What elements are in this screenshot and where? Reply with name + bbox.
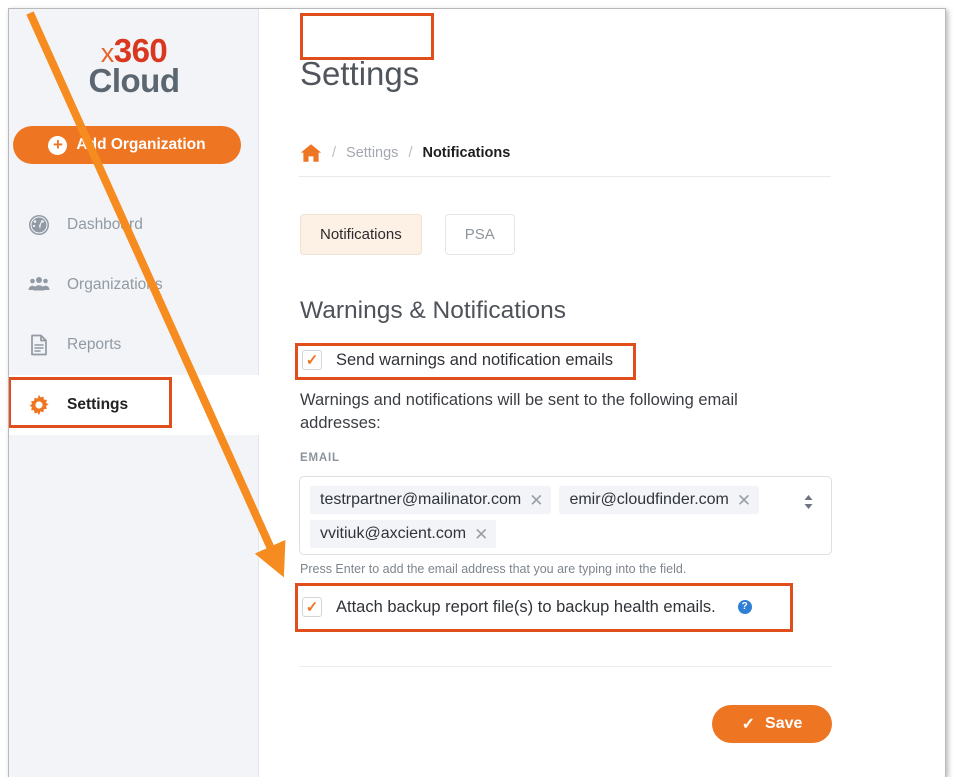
attach-report-checkbox[interactable]: ✓: [302, 597, 322, 617]
tab-psa[interactable]: PSA: [444, 214, 515, 255]
send-warnings-checkbox[interactable]: ✓: [302, 350, 322, 370]
sidebar-item-reports[interactable]: Reports: [9, 315, 259, 375]
save-button-label: Save: [765, 715, 803, 732]
email-input[interactable]: testrpartner@mailinator.com ✕ emir@cloud…: [299, 476, 832, 555]
breadcrumb-separator-1: /: [332, 145, 337, 161]
sidebar-item-organizations-label: Organizations: [67, 276, 163, 293]
breadcrumb-divider: [299, 176, 831, 177]
send-warnings-checkbox-row[interactable]: ✓ Send warnings and notification emails: [302, 350, 613, 370]
help-circle-icon[interactable]: ?: [737, 600, 752, 614]
add-organization-button[interactable]: + Add Organization: [13, 126, 241, 164]
email-tag-label: vvitiuk@axcient.com: [320, 525, 467, 542]
sidebar-item-settings[interactable]: Settings: [9, 375, 259, 435]
breadcrumb-item-notifications: Notifications: [422, 145, 511, 161]
email-tag-label: testrpartner@mailinator.com: [320, 491, 522, 508]
settings-tabs: Notifications PSA: [300, 214, 515, 255]
sidebar-item-dashboard[interactable]: Dashboard: [9, 195, 259, 255]
check-icon: ✓: [741, 716, 756, 733]
attach-report-checkbox-row[interactable]: ✓ Attach backup report file(s) to backup…: [302, 597, 752, 617]
section-title: Warnings & Notifications: [300, 297, 566, 324]
remove-email-icon[interactable]: ✕: [737, 492, 751, 509]
email-tag[interactable]: vvitiuk@axcient.com ✕: [310, 520, 497, 548]
annotation-highlight-notifications-tab: [300, 13, 434, 60]
gear-icon: [27, 393, 51, 417]
remove-email-icon[interactable]: ✕: [529, 492, 543, 509]
tab-notifications-label: Notifications: [320, 226, 402, 243]
breadcrumb-separator-2: /: [408, 145, 413, 161]
email-field-label: EMAIL: [300, 452, 340, 464]
send-warnings-checkbox-label: Send warnings and notification emails: [336, 350, 613, 369]
people-group-icon: [27, 273, 51, 297]
sidebar: x360 Cloud + Add Organization Dashboard …: [9, 9, 259, 777]
screenshot-root: x360 Cloud + Add Organization Dashboard …: [0, 0, 960, 777]
breadcrumb-item-settings[interactable]: Settings: [346, 145, 398, 161]
browser-window: x360 Cloud + Add Organization Dashboard …: [8, 8, 946, 777]
up-down-chevron-icon[interactable]: [802, 494, 815, 510]
sidebar-item-settings-label: Settings: [67, 396, 129, 413]
check-icon: ✓: [305, 598, 319, 616]
app-logo: x360 Cloud: [9, 34, 259, 99]
plus-circle-icon: +: [48, 135, 68, 155]
sidebar-item-dashboard-label: Dashboard: [67, 216, 143, 233]
document-icon: [27, 333, 51, 357]
sidebar-item-organizations[interactable]: Organizations: [9, 255, 259, 315]
logo-cloud-text: Cloud: [88, 61, 180, 99]
breadcrumb: / Settings / Notifications: [300, 143, 510, 163]
sidebar-item-reports-label: Reports: [67, 336, 122, 353]
check-icon: ✓: [305, 351, 319, 369]
attach-report-checkbox-label: Attach backup report file(s) to backup h…: [336, 597, 716, 616]
home-icon[interactable]: [300, 143, 322, 163]
save-button[interactable]: ✓ Save: [712, 705, 832, 743]
email-tag[interactable]: emir@cloudfinder.com ✕: [559, 486, 760, 514]
remove-email-icon[interactable]: ✕: [474, 526, 488, 543]
email-tag[interactable]: testrpartner@mailinator.com ✕: [310, 486, 552, 514]
page-title: Settings: [300, 55, 420, 92]
tab-psa-label: PSA: [464, 226, 495, 243]
email-field-hint: Press Enter to add the email address tha…: [300, 562, 687, 576]
form-bottom-divider: [299, 666, 832, 667]
main-content: Settings / Settings / Notifications Noti…: [259, 9, 945, 777]
notifications-description: Warnings and notifications will be sent …: [300, 391, 738, 433]
tab-notifications[interactable]: Notifications: [300, 214, 422, 255]
email-tag-label: emir@cloudfinder.com: [569, 491, 729, 508]
gauge-icon: [27, 213, 51, 237]
sidebar-nav: Dashboard Organizations Reports Settings: [9, 195, 259, 435]
add-organization-label: Add Organization: [76, 136, 206, 153]
